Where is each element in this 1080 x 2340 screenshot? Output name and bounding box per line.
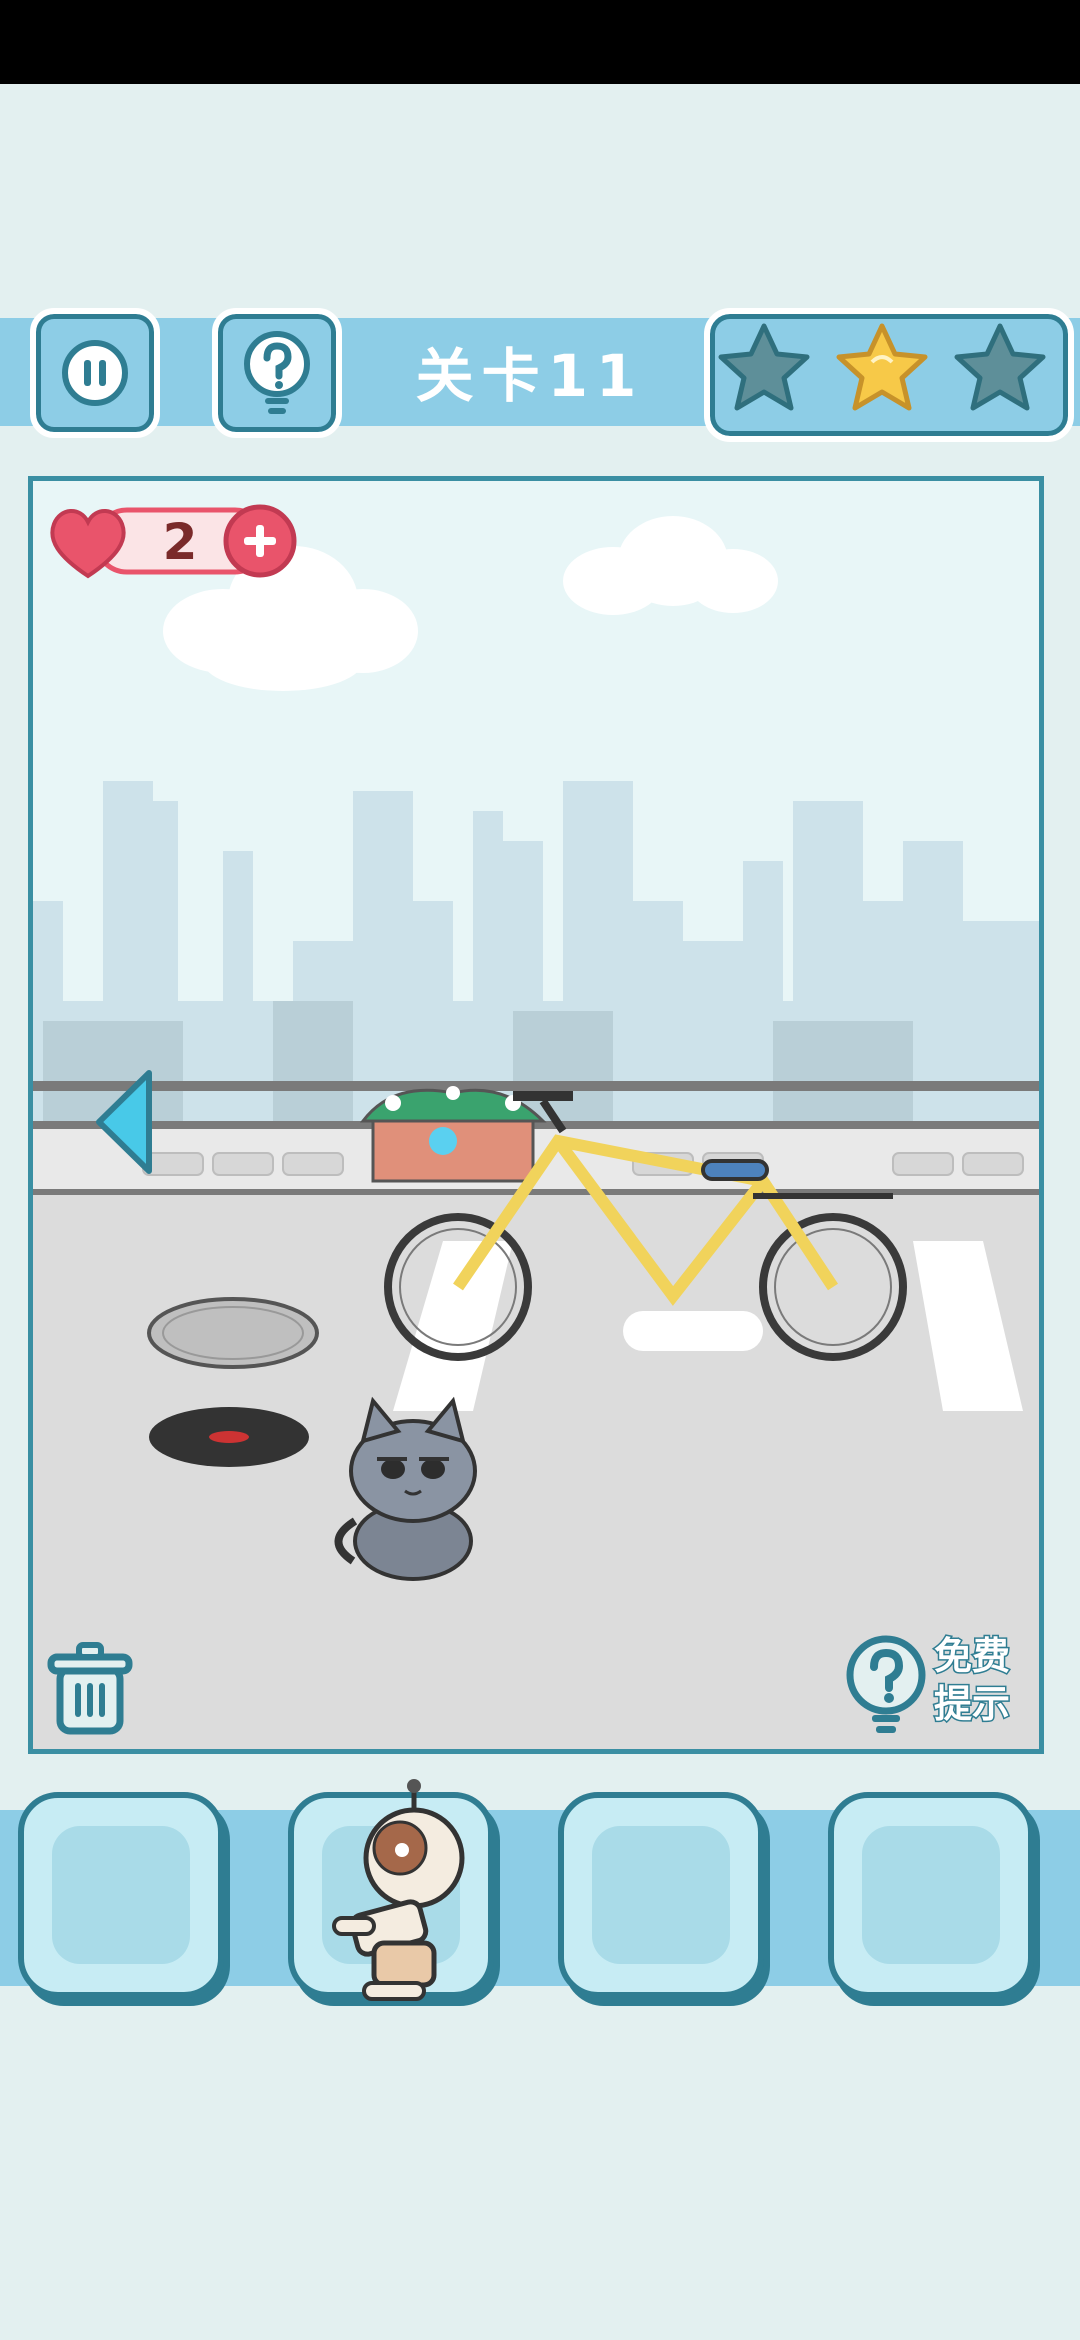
pause-button[interactable] xyxy=(30,308,160,438)
left-arrow-icon[interactable] xyxy=(93,1067,153,1177)
inventory-slot-2[interactable] xyxy=(288,1779,494,2001)
star-filled-icon xyxy=(836,323,928,411)
inventory-slot-4[interactable] xyxy=(828,1792,1034,1998)
manhole-cover[interactable] xyxy=(147,1297,319,1369)
open-manhole[interactable] xyxy=(149,1407,309,1467)
inventory-slot-3[interactable] xyxy=(558,1792,764,1998)
star-empty-icon xyxy=(718,323,810,411)
inventory-slot-1[interactable] xyxy=(18,1792,224,1998)
stars-panel xyxy=(704,308,1074,442)
free-hint-label-line2: 提示 xyxy=(933,1681,1012,1728)
status-bar xyxy=(0,0,1080,84)
pause-icon xyxy=(62,340,128,406)
question-bulb-icon xyxy=(244,331,310,414)
robot-toy-icon[interactable] xyxy=(314,1778,474,2008)
free-hint-button[interactable]: 免费 提示 xyxy=(933,1632,1054,1728)
free-hint-label-line1: 免费 xyxy=(933,1633,1012,1680)
trash-icon[interactable] xyxy=(45,1639,135,1739)
lives-count: 2 xyxy=(162,513,198,571)
hint-bulb-icon[interactable] xyxy=(843,1631,929,1741)
level-title: 关卡11 xyxy=(415,342,645,410)
game-scene[interactable] xyxy=(28,476,1044,1754)
help-button[interactable] xyxy=(212,308,342,438)
plus-icon[interactable] xyxy=(223,504,297,578)
star-empty-icon xyxy=(954,323,1046,411)
